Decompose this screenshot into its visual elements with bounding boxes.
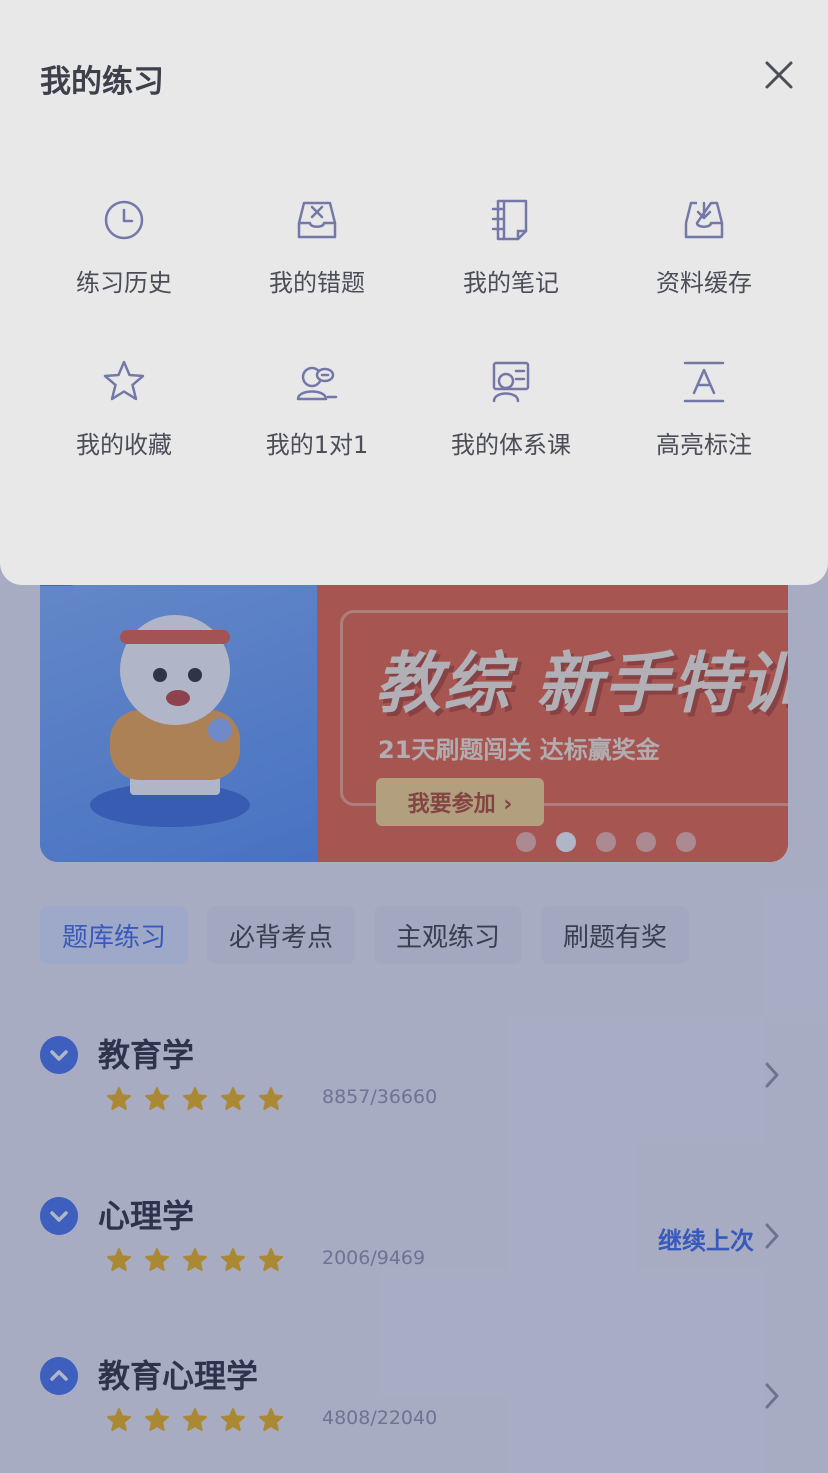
close-icon[interactable] <box>762 58 796 92</box>
highlight-text-icon <box>683 361 725 403</box>
menu-label: 我的体系课 <box>451 431 571 459</box>
my-practice-sheet: 我的练习 练习历史 我的错题 我的笔记 资料缓存 我的收藏 我的1对1 我的体系… <box>0 0 828 585</box>
menu-label: 我的1对1 <box>265 431 369 459</box>
menu-system-course[interactable]: 我的体系课 <box>411 357 611 477</box>
clock-icon <box>104 200 144 240</box>
menu-label: 高亮标注 <box>656 431 752 459</box>
menu-label: 我的错题 <box>269 269 365 297</box>
menu-highlight-marks[interactable]: 高亮标注 <box>604 357 804 477</box>
menu-my-favorites[interactable]: 我的收藏 <box>24 357 224 477</box>
menu-label: 资料缓存 <box>656 269 752 297</box>
menu-wrong-questions[interactable]: 我的错题 <box>217 195 417 315</box>
menu-label: 练习历史 <box>76 269 172 297</box>
menu-material-cache[interactable]: 资料缓存 <box>604 195 804 315</box>
course-icon <box>492 361 530 403</box>
download-inbox-icon <box>684 201 724 239</box>
menu-label: 我的收藏 <box>76 431 172 459</box>
menu-one-on-one[interactable]: 我的1对1 <box>217 357 417 477</box>
chat-user-icon <box>296 366 338 401</box>
notebook-icon <box>491 199 528 241</box>
sheet-title: 我的练习 <box>40 64 164 100</box>
menu-my-notes[interactable]: 我的笔记 <box>411 195 611 315</box>
wrong-inbox-icon <box>297 201 337 239</box>
star-icon <box>103 360 145 401</box>
menu-label: 我的笔记 <box>463 269 559 297</box>
menu-practice-history[interactable]: 练习历史 <box>24 195 224 315</box>
